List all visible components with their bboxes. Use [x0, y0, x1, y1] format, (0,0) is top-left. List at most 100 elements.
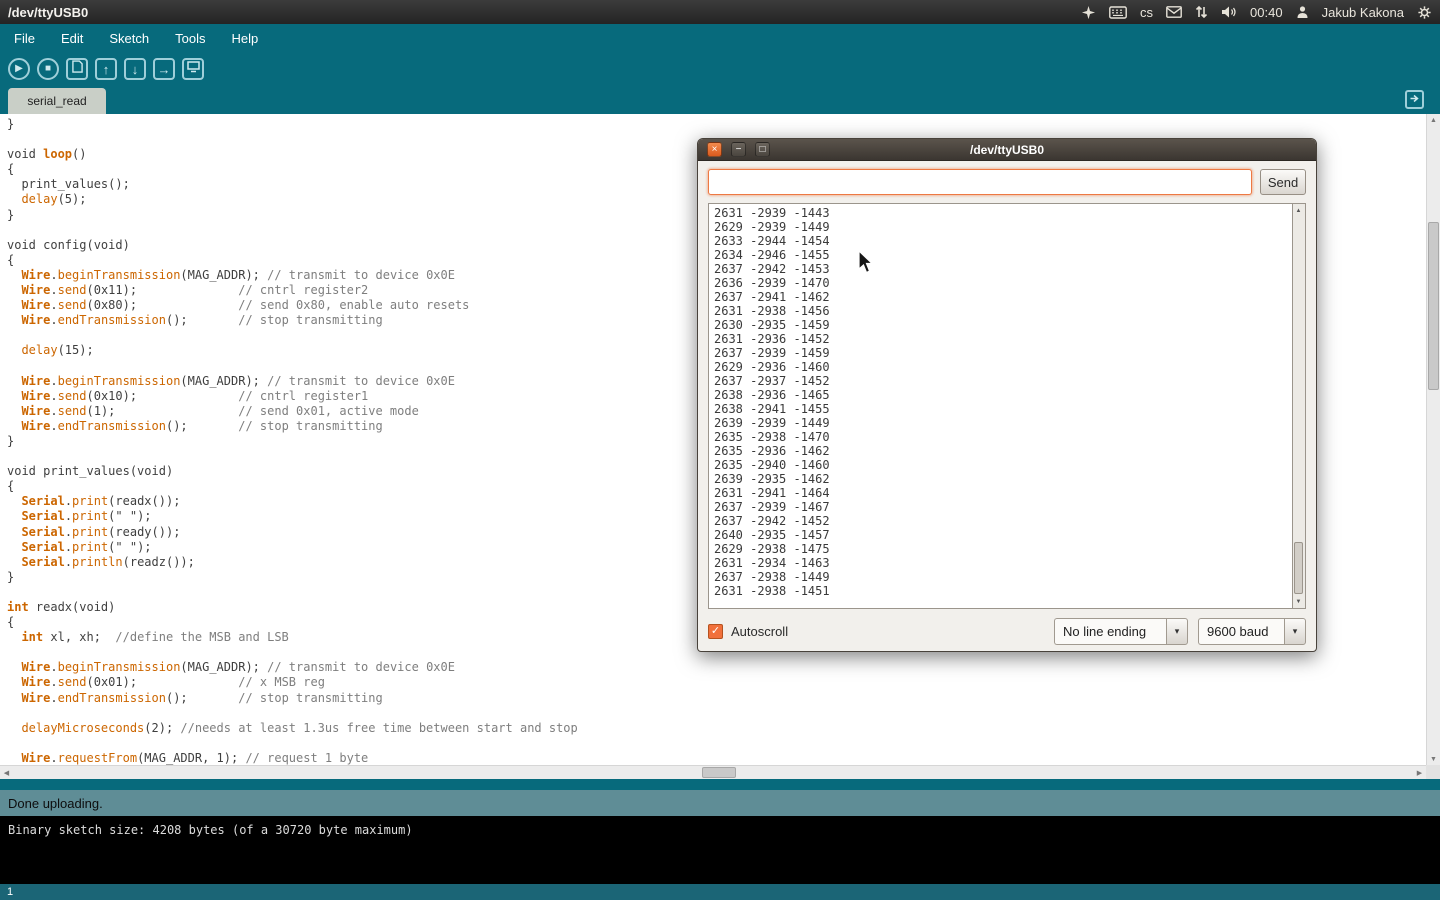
tab-menu-button[interactable]: [1405, 90, 1424, 109]
serial-monitor-window: × − □ /dev/ttyUSB0 Send 2631 -2939 -1443…: [697, 138, 1317, 652]
scroll-right-icon[interactable]: ▶: [1413, 767, 1426, 779]
autoscroll-label: Autoscroll: [731, 624, 788, 639]
serial-output-scrollbar[interactable]: ▲ ▼: [1293, 203, 1306, 609]
menu-item-sketch[interactable]: Sketch: [109, 31, 149, 46]
keyboard-icon[interactable]: [1109, 6, 1127, 19]
serial-line: 2630 -2935 -1459: [714, 318, 1287, 332]
save-icon: ↓: [132, 63, 139, 76]
build-console: Binary sketch size: 4208 bytes (of a 307…: [0, 816, 1440, 884]
send-button[interactable]: Send: [1260, 169, 1306, 195]
maximize-icon: □: [759, 145, 765, 155]
scroll-up-icon[interactable]: ▲: [1427, 114, 1440, 126]
status-divider: [0, 779, 1440, 790]
serial-line: 2639 -2939 -1449: [714, 416, 1287, 430]
code-line: [7, 706, 1426, 721]
clock[interactable]: 00:40: [1250, 5, 1283, 20]
tab-menu-icon: [1409, 91, 1420, 109]
serial-line: 2637 -2939 -1459: [714, 346, 1287, 360]
save-button[interactable]: ↓: [124, 58, 146, 80]
open-button[interactable]: ↑: [95, 58, 117, 80]
baud-dropdown-arrow[interactable]: ▾: [1284, 618, 1306, 645]
user-icon: [1296, 5, 1309, 19]
serial-line: 2637 -2939 -1467: [714, 500, 1287, 514]
serial-scroll-up-icon[interactable]: ▲: [1293, 205, 1304, 216]
screen: /dev/ttyUSB0 cs 00:40 Jakub Kakona: [0, 0, 1440, 900]
serial-output-row: 2631 -2939 -14432629 -2939 -14492633 -29…: [708, 203, 1306, 609]
menu-item-tools[interactable]: Tools: [175, 31, 205, 46]
editor-vertical-scrollbar[interactable]: ▲ ▼: [1426, 114, 1440, 765]
serial-line: 2639 -2935 -1462: [714, 472, 1287, 486]
scroll-down-icon[interactable]: ▼: [1427, 753, 1440, 765]
serial-monitor-button[interactable]: [182, 58, 204, 80]
serial-line: 2629 -2936 -1460: [714, 360, 1287, 374]
line-ending-dropdown[interactable]: No line ending ▾: [1054, 618, 1188, 645]
serial-window-titlebar[interactable]: × − □ /dev/ttyUSB0: [698, 139, 1316, 161]
serial-line: 2635 -2936 -1462: [714, 444, 1287, 458]
serial-scroll-down-icon[interactable]: ▼: [1293, 596, 1304, 607]
status-message: Done uploading.: [8, 796, 103, 811]
close-icon: ×: [712, 145, 718, 155]
user-menu[interactable]: Jakub Kakona: [1322, 5, 1404, 20]
serial-line: 2631 -2938 -1451: [714, 584, 1287, 598]
serial-input[interactable]: [708, 169, 1252, 195]
code-line: }: [7, 117, 1426, 132]
serial-line: 2633 -2944 -1454: [714, 234, 1287, 248]
volume-icon[interactable]: [1221, 5, 1237, 19]
minimize-icon: −: [736, 145, 742, 155]
verify-button[interactable]: ▶: [8, 58, 30, 80]
status-bar: Done uploading.: [0, 790, 1440, 816]
keyboard-layout-label[interactable]: cs: [1140, 5, 1153, 20]
code-line: Wire.beginTransmission(MAG_ADDR); // tra…: [7, 660, 1426, 675]
tab-bar: serial_read: [0, 86, 1440, 114]
upload-icon: →: [158, 63, 171, 76]
tab-label: serial_read: [27, 94, 86, 108]
window-maximize-button[interactable]: □: [755, 142, 770, 157]
desktop-top-panel: /dev/ttyUSB0 cs 00:40 Jakub Kakona: [0, 0, 1440, 24]
serial-line: 2629 -2939 -1449: [714, 220, 1287, 234]
mail-icon[interactable]: [1166, 6, 1182, 18]
baud-rate-dropdown[interactable]: 9600 baud ▾: [1198, 618, 1306, 645]
chevron-down-icon: ▾: [1175, 626, 1180, 637]
serial-line: 2637 -2938 -1449: [714, 570, 1287, 584]
verify-icon: ▶: [15, 64, 23, 74]
serial-window-body: Send 2631 -2939 -14432629 -2939 -1449263…: [698, 161, 1316, 653]
serial-line: 2629 -2938 -1475: [714, 542, 1287, 556]
serial-line: 2631 -2936 -1452: [714, 332, 1287, 346]
serial-line: 2637 -2937 -1452: [714, 374, 1287, 388]
scroll-left-icon[interactable]: ◀: [0, 767, 13, 779]
code-line: Wire.requestFrom(MAG_ADDR, 1); // reques…: [7, 751, 1426, 765]
serial-line: 2638 -2936 -1465: [714, 388, 1287, 402]
menu-bar: File Edit Sketch Tools Help: [0, 24, 1440, 52]
menu-item-help[interactable]: Help: [231, 31, 258, 46]
horizontal-scrollbar-thumb[interactable]: [702, 767, 736, 778]
menu-item-file[interactable]: File: [14, 31, 35, 46]
window-close-button[interactable]: ×: [707, 142, 722, 157]
line-ending-value[interactable]: No line ending: [1054, 618, 1166, 645]
line-number-indicator: 1: [7, 886, 13, 898]
menu-item-edit[interactable]: Edit: [61, 31, 83, 46]
network-icon[interactable]: [1195, 5, 1208, 19]
serial-line: 2637 -2942 -1453: [714, 262, 1287, 276]
tab-serial-read[interactable]: serial_read: [8, 88, 106, 114]
stop-button[interactable]: ■: [37, 58, 59, 80]
line-number-strip: 1: [0, 884, 1440, 900]
serial-scrollbar-thumb[interactable]: [1294, 542, 1303, 594]
vertical-scrollbar-thumb[interactable]: [1428, 222, 1439, 390]
ide-toolbar: ▶ ■ ↑ ↓ →: [0, 52, 1440, 86]
console-line: Binary sketch size: 4208 bytes (of a 307…: [8, 823, 1432, 837]
gear-icon[interactable]: [1417, 5, 1432, 20]
line-ending-dropdown-arrow[interactable]: ▾: [1166, 618, 1188, 645]
new-sketch-button[interactable]: [66, 58, 88, 80]
serial-line: 2637 -2941 -1462: [714, 290, 1287, 304]
serial-output[interactable]: 2631 -2939 -14432629 -2939 -14492633 -29…: [708, 203, 1293, 609]
editor-horizontal-scrollbar[interactable]: ◀ ▶: [0, 765, 1426, 779]
window-minimize-button[interactable]: −: [731, 142, 746, 157]
serial-window-title: /dev/ttyUSB0: [698, 143, 1316, 157]
serial-options-row: ✓ Autoscroll No line ending ▾ 9600 baud …: [708, 617, 1306, 645]
indicator-icon[interactable]: [1081, 5, 1096, 20]
serial-line: 2631 -2938 -1456: [714, 304, 1287, 318]
upload-button[interactable]: →: [153, 58, 175, 80]
autoscroll-checkbox[interactable]: ✓: [708, 624, 723, 639]
baud-rate-value[interactable]: 9600 baud: [1198, 618, 1284, 645]
open-icon: ↑: [103, 63, 110, 76]
